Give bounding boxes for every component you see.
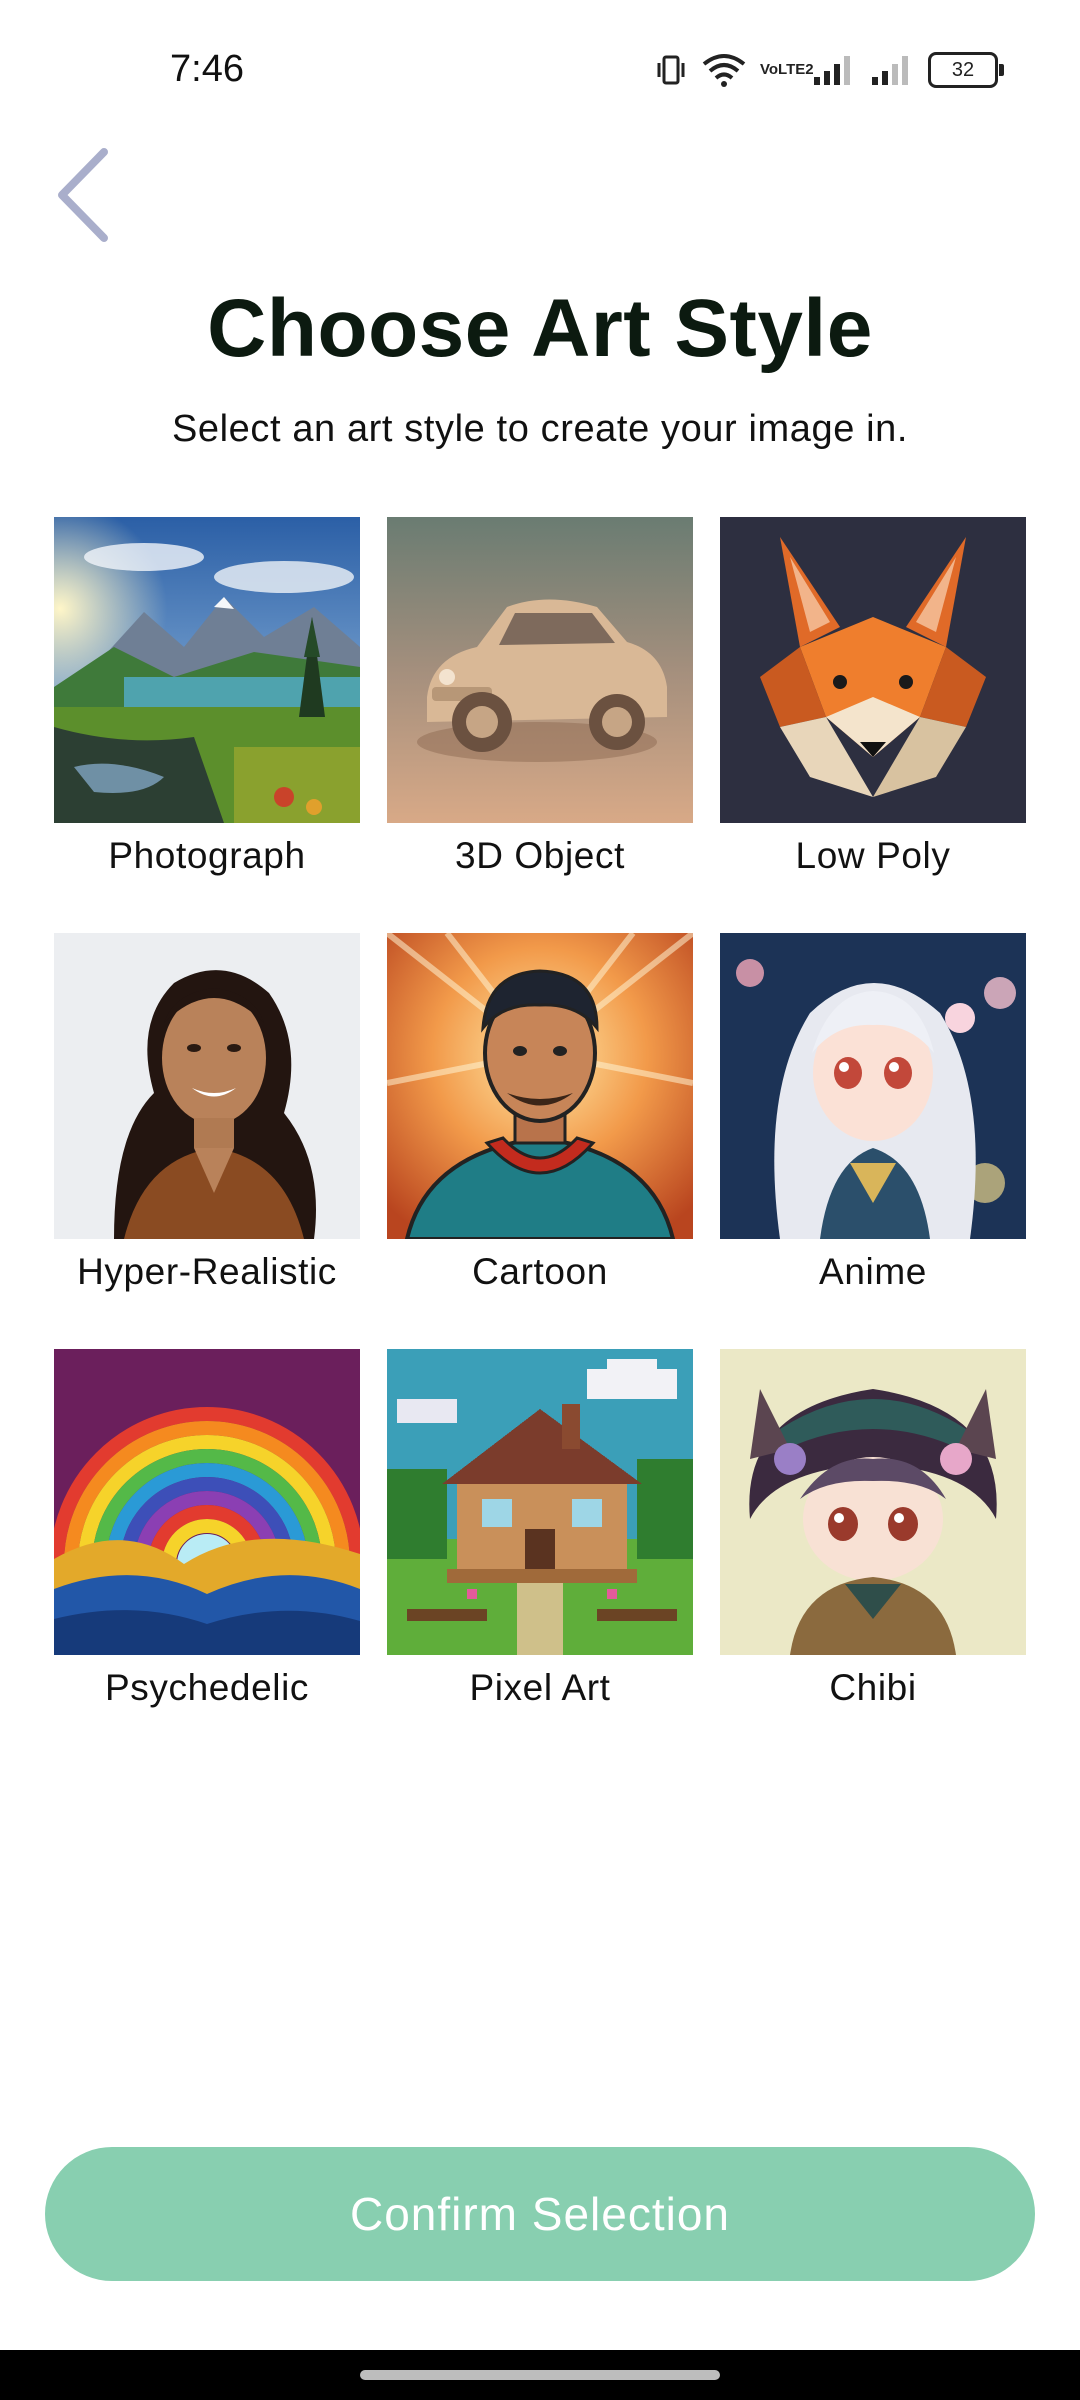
confirm-selection-button[interactable]: Confirm Selection [45,2147,1035,2281]
3d-object-thumbnail [387,517,693,823]
status-icons: VoLTE2 32 [654,52,1004,88]
style-label: Anime [819,1251,927,1292]
style-card-psychedelic[interactable]: Psychedelic [54,1349,360,1709]
style-label: Low Poly [795,835,951,876]
signal-icon [812,53,856,87]
style-card-3d-object[interactable]: 3D Object [387,517,693,877]
signal-icon [870,53,914,87]
status-bar: 7:46 VoLTE2 32 [0,0,1080,140]
style-card-low-poly[interactable]: Low Poly [720,517,1026,877]
anime-thumbnail [720,933,1026,1239]
chibi-thumbnail [720,1349,1026,1655]
style-label: Photograph [108,835,306,876]
style-card-chibi[interactable]: Chibi [720,1349,1026,1709]
photograph-thumbnail [54,517,360,823]
style-label: Pixel Art [469,1667,611,1708]
style-card-pixel-art[interactable]: Pixel Art [387,1349,693,1709]
volte-icon: VoLTE2 [760,61,814,78]
style-label: Hyper-Realistic [77,1251,337,1292]
status-time: 7:46 [170,48,244,90]
low-poly-thumbnail [720,517,1026,823]
battery-icon: 32 [928,52,1004,88]
style-label: Cartoon [472,1251,608,1292]
hyper-realistic-thumbnail [54,933,360,1239]
style-label: 3D Object [455,835,625,876]
chevron-left-icon [58,148,108,242]
style-card-cartoon[interactable]: Cartoon [387,933,693,1293]
vibrate-icon [654,53,688,87]
page-subtitle: Select an art style to create your image… [171,408,909,450]
wifi-icon [702,52,746,88]
style-label: Psychedelic [104,1667,310,1708]
navigation-bar [0,2350,1080,2400]
style-card-photograph[interactable]: Photograph [54,517,360,877]
home-indicator[interactable] [360,2370,720,2380]
pixel-art-thumbnail [387,1349,693,1655]
cartoon-thumbnail [387,933,693,1239]
page-title: Choose Art Style [207,283,873,374]
style-label: Chibi [829,1667,917,1708]
style-card-anime[interactable]: Anime [720,933,1026,1293]
psychedelic-thumbnail [54,1349,360,1655]
style-card-hyper-realistic[interactable]: Hyper-Realistic [54,933,360,1293]
back-button[interactable] [40,140,130,250]
